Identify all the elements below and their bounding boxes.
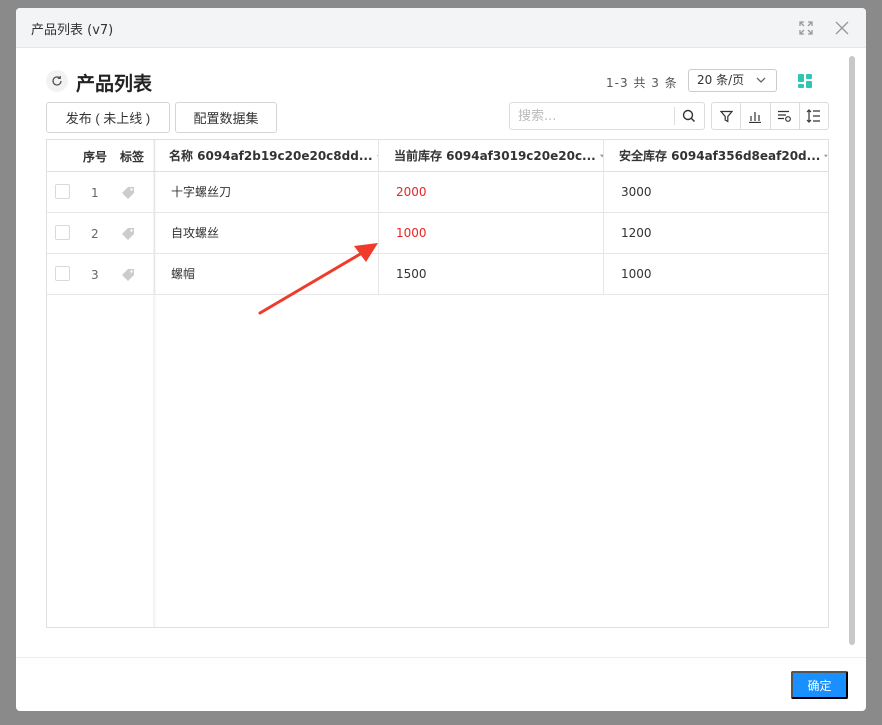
chevron-down-icon <box>756 77 766 83</box>
grid-view-icon[interactable] <box>798 73 812 92</box>
row-checkbox[interactable] <box>55 225 70 240</box>
close-icon[interactable] <box>832 18 852 38</box>
row-divider <box>47 253 828 254</box>
row-checkbox[interactable] <box>55 266 70 281</box>
pager-total-label: 共 <box>633 76 647 90</box>
header-name-label: 名称 6094af2b19c20e20c8dd... <box>169 149 373 163</box>
search-divider <box>674 107 675 125</box>
row-divider <box>47 294 828 295</box>
row-height-icon[interactable] <box>800 103 828 129</box>
tag-icon[interactable] <box>121 227 135 241</box>
tag-icon[interactable] <box>121 268 135 282</box>
pager-total: 3 <box>651 76 660 90</box>
cell-safety-stock: 1000 <box>621 267 652 281</box>
row-seq: 1 <box>91 186 99 200</box>
search-box <box>509 102 705 130</box>
refresh-icon[interactable] <box>46 70 68 92</box>
filter-icon[interactable] <box>712 103 742 129</box>
configure-dataset-button[interactable]: 配置数据集 <box>175 102 277 133</box>
cell-name: 自攻螺丝 <box>171 226 220 240</box>
row-divider <box>47 212 828 213</box>
dialog-title: 产品列表 (v7) <box>31 23 114 38</box>
page-size-value: 20 条/页 <box>697 73 745 87</box>
cell-current-stock: 2000 <box>396 185 427 199</box>
header-current-stock[interactable]: 当前库存 6094af3019c20e20c... <box>379 140 604 172</box>
cell-current-stock: 1500 <box>396 267 427 281</box>
row-seq: 2 <box>91 227 99 241</box>
maximize-icon[interactable] <box>796 18 816 38</box>
column-divider <box>378 140 379 295</box>
header-seq: 序号 <box>83 149 108 164</box>
search-input[interactable] <box>510 103 674 129</box>
cell-current-stock: 1000 <box>396 226 427 240</box>
bar-chart-icon[interactable] <box>741 103 771 129</box>
header-safety-stock-label: 安全库存 6094af356d8eaf20d... <box>619 149 821 163</box>
row-seq: 3 <box>91 268 99 282</box>
column-divider <box>154 140 155 295</box>
dialog-content: 产品列表 1-3 共 3 条 20 条/页 发布 ( 未上线 ) 配置数据集 搜… <box>16 48 866 657</box>
pager-info: 1-3 共 3 条 <box>606 74 678 91</box>
dialog-header: 产品列表 (v7) <box>16 8 866 48</box>
pager-range: 1-3 <box>606 76 629 90</box>
header-name[interactable]: 名称 6094af2b19c20e20c8dd... <box>154 140 379 172</box>
confirm-button[interactable]: 确定 <box>791 671 848 699</box>
row-checkbox[interactable] <box>55 184 70 199</box>
header-safety-stock[interactable]: 安全库存 6094af356d8eaf20d... <box>604 140 828 172</box>
page-title: 产品列表 <box>76 73 153 95</box>
search-icon[interactable] <box>682 109 696 123</box>
sort-caret-icon <box>824 154 828 157</box>
dialog-footer: 确定 <box>16 657 866 711</box>
tag-icon[interactable] <box>121 186 135 200</box>
column-divider <box>603 140 604 295</box>
pager-unit: 条 <box>664 76 678 90</box>
vertical-scrollbar[interactable] <box>849 56 855 645</box>
product-list-dialog: 产品列表 (v7) 产品列表 1-3 共 3 条 20 条/页 发布 (未上线… <box>16 8 866 711</box>
page-size-select[interactable]: 20 条/页 <box>688 69 777 92</box>
header-tag: 标签 <box>120 149 145 164</box>
cell-name: 十字螺丝刀 <box>171 185 232 199</box>
table-tools <box>711 102 829 130</box>
product-table: 序号 标签 名称 6094af2b19c20e20c8dd... 当前库存 60… <box>46 139 829 628</box>
cell-safety-stock: 3000 <box>621 185 652 199</box>
cell-name: 螺帽 <box>171 267 196 281</box>
column-settings-icon[interactable] <box>771 103 800 129</box>
publish-button[interactable]: 发布 ( 未上线 ) <box>46 102 170 133</box>
cell-safety-stock: 1200 <box>621 226 652 240</box>
header-current-stock-label: 当前库存 6094af3019c20e20c... <box>394 149 596 163</box>
